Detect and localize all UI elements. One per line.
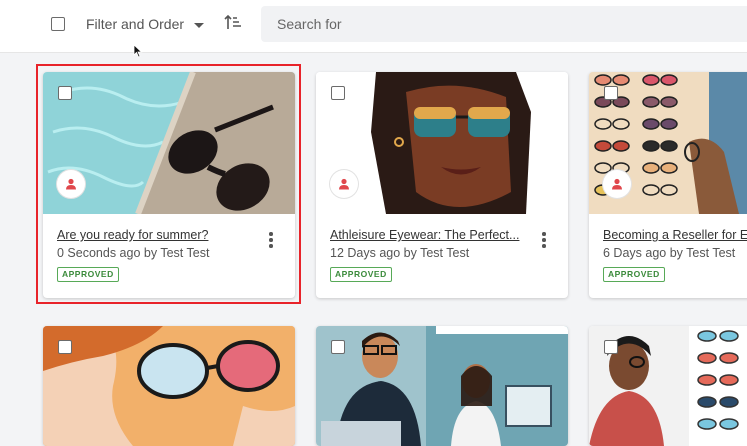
filter-and-order-button[interactable]: Filter and Order — [86, 14, 205, 34]
user-icon — [612, 178, 622, 190]
post-card[interactable] — [589, 326, 747, 446]
select-all-checkbox[interactable] — [51, 17, 65, 31]
more-options-button[interactable] — [269, 232, 273, 248]
post-title[interactable]: Athleisure Eyewear: The Perfect... — [330, 228, 519, 242]
post-meta: 12 Days ago by Test Test — [330, 246, 470, 260]
post-card[interactable]: Becoming a Reseller for E 6 Days ago by … — [589, 72, 747, 298]
author-avatar — [603, 170, 631, 198]
post-thumbnail — [43, 326, 295, 446]
post-title[interactable]: Becoming a Reseller for E — [603, 228, 747, 242]
sort-button[interactable] — [222, 12, 244, 34]
search-input[interactable] — [275, 15, 747, 33]
author-avatar — [57, 170, 85, 198]
card-checkbox[interactable] — [58, 340, 72, 354]
toolbar: Filter and Order — [0, 0, 747, 53]
post-card[interactable]: Are you ready for summer? 0 Seconds ago … — [43, 72, 295, 298]
post-meta: 0 Seconds ago by Test Test — [57, 246, 210, 260]
status-badge: APPROVED — [330, 267, 392, 282]
mouse-cursor-icon — [133, 44, 143, 58]
post-card[interactable]: Athleisure Eyewear: The Perfect... 12 Da… — [316, 72, 568, 298]
more-options-button[interactable] — [542, 232, 546, 248]
card-checkbox[interactable] — [58, 86, 72, 100]
post-thumbnail — [316, 326, 568, 446]
post-card[interactable] — [316, 326, 568, 446]
user-icon — [339, 178, 349, 190]
user-icon — [66, 178, 76, 190]
card-checkbox[interactable] — [604, 86, 618, 100]
sort-icon — [224, 14, 241, 29]
search-box[interactable] — [261, 6, 747, 42]
card-checkbox[interactable] — [331, 340, 345, 354]
status-badge: APPROVED — [603, 267, 665, 282]
post-meta: 6 Days ago by Test Test — [603, 246, 736, 260]
card-checkbox[interactable] — [331, 86, 345, 100]
status-badge: APPROVED — [57, 267, 119, 282]
author-avatar — [330, 170, 358, 198]
caret-down-icon — [194, 22, 205, 28]
card-checkbox[interactable] — [604, 340, 618, 354]
post-card[interactable] — [43, 326, 295, 446]
filter-label: Filter and Order — [86, 16, 185, 32]
post-title[interactable]: Are you ready for summer? — [57, 228, 208, 242]
